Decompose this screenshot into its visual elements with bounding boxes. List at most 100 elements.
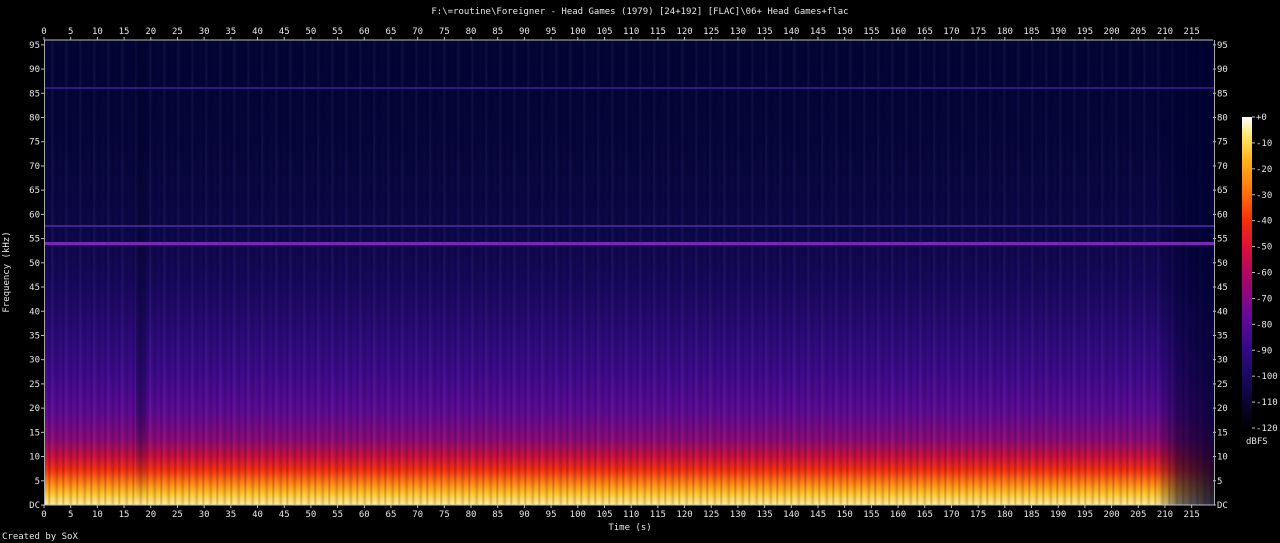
y-tick-label-left: 25 — [29, 380, 40, 390]
x-tick-label-bottom: 145 — [810, 510, 826, 520]
x-tick-label-top: 10 — [92, 27, 103, 37]
y-tick-label-left: 70 — [29, 162, 40, 172]
credit-text: Created by SoX — [2, 532, 78, 542]
x-tick-label-top: 155 — [863, 27, 879, 37]
x-tick-label-bottom: 140 — [783, 510, 799, 520]
x-tick-label-bottom: 200 — [1103, 510, 1119, 520]
x-tick-label-bottom: 15 — [119, 510, 130, 520]
x-tick-label-top: 150 — [837, 27, 853, 37]
y-tick-label-left: 10 — [29, 453, 40, 463]
x-tick-label-bottom: 190 — [1050, 510, 1066, 520]
y-tick-label-right: 25 — [1217, 380, 1228, 390]
x-tick-label-bottom: 70 — [412, 510, 423, 520]
x-tick-label-top: 130 — [730, 27, 746, 37]
x-tick-label-top: 120 — [676, 27, 692, 37]
colorbar-tick-label: -60 — [1256, 269, 1272, 279]
x-tick-label-bottom: 60 — [359, 510, 370, 520]
x-tick-label-top: 55 — [332, 27, 343, 37]
x-tick-label-bottom: 150 — [837, 510, 853, 520]
x-tick-label-top: 215 — [1184, 27, 1200, 37]
x-tick-label-top: 20 — [145, 27, 156, 37]
colorbar-tick-label: -100 — [1256, 372, 1278, 382]
x-tick-label-bottom: 160 — [890, 510, 906, 520]
x-tick-label-bottom: 165 — [917, 510, 933, 520]
x-tick-label-top: 135 — [756, 27, 772, 37]
x-tick-label-top: 35 — [225, 27, 236, 37]
x-tick-label-bottom: 90 — [519, 510, 530, 520]
x-tick-label-top: 200 — [1103, 27, 1119, 37]
y-tick-label-left: 50 — [29, 259, 40, 269]
colorbar-tick-label: -40 — [1256, 217, 1272, 227]
colorbar-tick-label: -20 — [1256, 165, 1272, 175]
x-tick-label-top: 15 — [119, 27, 130, 37]
x-tick-label-top: 145 — [810, 27, 826, 37]
x-tick-label-top: 165 — [917, 27, 933, 37]
colorbar-tick-label: -10 — [1256, 139, 1272, 149]
y-tick-label-left: 95 — [29, 41, 40, 51]
x-tick-label-bottom: 215 — [1184, 510, 1200, 520]
x-tick-label-bottom: 20 — [145, 510, 156, 520]
x-tick-label-top: 70 — [412, 27, 423, 37]
y-tick-label-right: 95 — [1217, 41, 1228, 51]
y-tick-label-left: 35 — [29, 331, 40, 341]
x-axis-label: Time (s) — [608, 523, 652, 533]
x-tick-label-bottom: 205 — [1130, 510, 1146, 520]
x-tick-label-top: 210 — [1157, 27, 1173, 37]
y-tick-label-left: 65 — [29, 186, 40, 196]
x-tick-label-bottom: 175 — [970, 510, 986, 520]
colorbar-tick-label: -70 — [1256, 294, 1272, 304]
x-tick-label-bottom: 115 — [650, 510, 666, 520]
x-tick-label-bottom: 195 — [1077, 510, 1093, 520]
colorbar-tick-label: -80 — [1256, 320, 1272, 330]
x-tick-label-top: 105 — [596, 27, 612, 37]
x-tick-label-top: 190 — [1050, 27, 1066, 37]
colorbar-tick-label: -30 — [1256, 191, 1272, 201]
y-tick-label-right: 90 — [1217, 65, 1228, 75]
x-tick-label-bottom: 50 — [305, 510, 316, 520]
x-tick-label-top: 40 — [252, 27, 263, 37]
colorbar-unit-label: dBFS — [1246, 437, 1268, 447]
x-tick-label-top: 205 — [1130, 27, 1146, 37]
x-tick-label-top: 0 — [41, 27, 46, 37]
x-tick-label-top: 75 — [439, 27, 450, 37]
x-tick-label-bottom: 25 — [172, 510, 183, 520]
x-tick-label-bottom: 170 — [943, 510, 959, 520]
x-tick-label-bottom: 0 — [41, 510, 46, 520]
y-tick-label-right: 5 — [1217, 477, 1222, 487]
x-tick-label-bottom: 110 — [623, 510, 639, 520]
y-tick-label-right: 80 — [1217, 114, 1228, 124]
y-tick-label-left: 40 — [29, 307, 40, 317]
y-tick-label-right: DC — [1217, 501, 1228, 511]
x-tick-label-top: 100 — [570, 27, 586, 37]
x-tick-label-bottom: 130 — [730, 510, 746, 520]
x-tick-label-top: 50 — [305, 27, 316, 37]
x-tick-label-bottom: 135 — [756, 510, 772, 520]
y-tick-label-left: 60 — [29, 210, 40, 220]
axes-ticks: 0055101015152020252530303535404045455050… — [29, 27, 1278, 520]
x-tick-label-bottom: 125 — [703, 510, 719, 520]
x-tick-label-top: 125 — [703, 27, 719, 37]
colorbar-tick-label: -50 — [1256, 243, 1272, 253]
x-tick-label-top: 185 — [1023, 27, 1039, 37]
y-tick-label-left: 15 — [29, 428, 40, 438]
x-tick-label-top: 160 — [890, 27, 906, 37]
x-tick-label-bottom: 100 — [570, 510, 586, 520]
x-tick-label-top: 195 — [1077, 27, 1093, 37]
y-tick-label-right: 35 — [1217, 331, 1228, 341]
y-tick-label-left: 80 — [29, 114, 40, 124]
x-tick-label-top: 90 — [519, 27, 530, 37]
y-tick-label-right: 85 — [1217, 89, 1228, 99]
x-tick-label-bottom: 75 — [439, 510, 450, 520]
x-tick-label-top: 175 — [970, 27, 986, 37]
y-tick-label-left: 30 — [29, 356, 40, 366]
y-tick-label-left: 90 — [29, 65, 40, 75]
x-tick-label-bottom: 30 — [199, 510, 210, 520]
x-tick-label-top: 140 — [783, 27, 799, 37]
x-tick-label-top: 85 — [492, 27, 503, 37]
y-tick-label-right: 10 — [1217, 453, 1228, 463]
x-tick-label-top: 65 — [386, 27, 397, 37]
y-tick-label-right: 15 — [1217, 428, 1228, 438]
y-tick-label-right: 50 — [1217, 259, 1228, 269]
colorbar-tick-label: -90 — [1256, 346, 1272, 356]
y-tick-label-right: 30 — [1217, 356, 1228, 366]
